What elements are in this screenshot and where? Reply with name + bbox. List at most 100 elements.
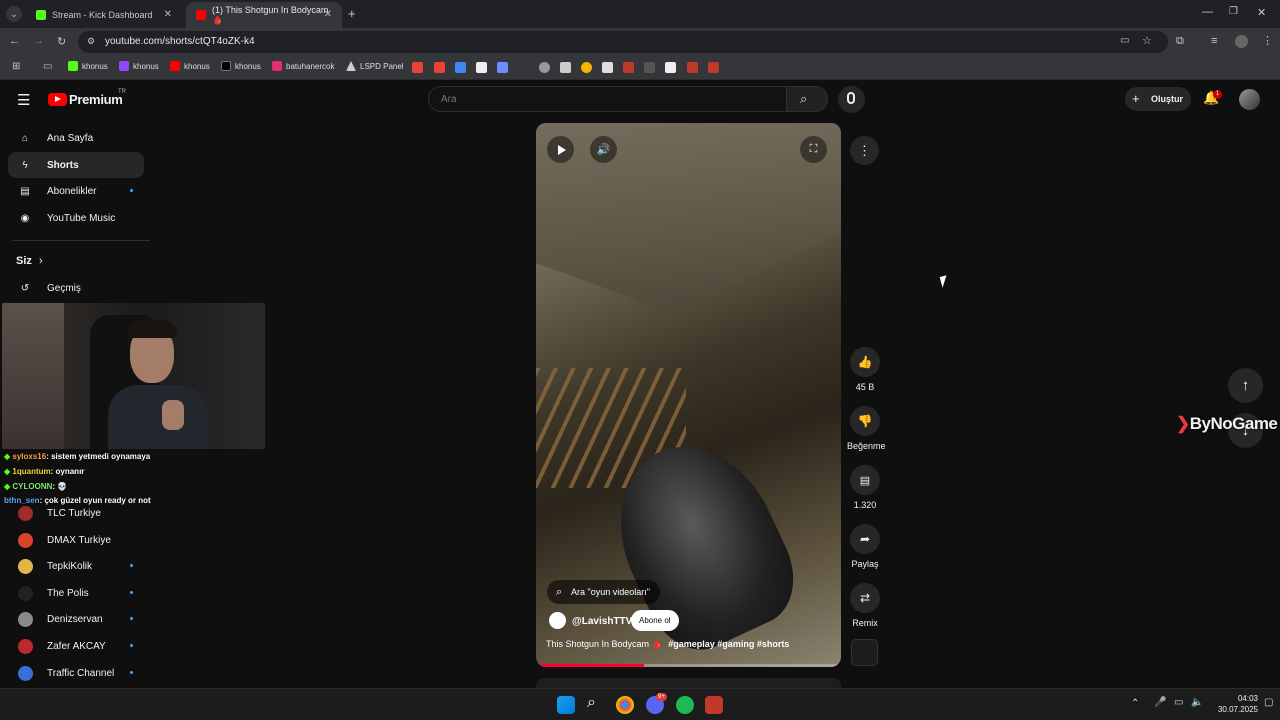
- like-button[interactable]: 👍: [850, 347, 880, 377]
- bookmark-khonus-x[interactable]: khonus: [221, 61, 261, 71]
- bookmark-m-icon[interactable]: [708, 62, 719, 73]
- subscribe-button[interactable]: Abone ol: [631, 610, 679, 631]
- progress-track[interactable]: [540, 664, 837, 667]
- previous-short-button[interactable]: ↑: [1228, 368, 1263, 403]
- bookmark-lspd[interactable]: LSPD Panel: [346, 61, 404, 71]
- share-action[interactable]: ➦ Paylaş: [847, 524, 883, 569]
- channel-item[interactable]: The Polis: [8, 580, 144, 606]
- channel-item[interactable]: TepkiKolik: [8, 553, 144, 579]
- notification-center-icon[interactable]: ▢: [1264, 697, 1273, 708]
- microphone-icon[interactable]: 🎤: [1154, 697, 1166, 708]
- bookmark-icon[interactable]: [644, 62, 655, 73]
- play-button[interactable]: [547, 136, 574, 163]
- streaming-app-icon[interactable]: [705, 696, 723, 714]
- create-button[interactable]: + Oluştur: [1125, 87, 1191, 111]
- channel-avatar[interactable]: [549, 612, 566, 629]
- channel-handle[interactable]: @LavishTTV: [572, 616, 632, 627]
- bookmark-khonus-youtube[interactable]: khonus: [170, 61, 210, 71]
- fullscreen-button[interactable]: ⛶: [800, 136, 827, 163]
- media-icon[interactable]: ≡: [1211, 35, 1217, 47]
- gmail-icon[interactable]: [434, 62, 445, 73]
- profile-avatar[interactable]: [1235, 35, 1248, 48]
- close-tab-icon[interactable]: ✕: [324, 9, 332, 20]
- bookmark-star-icon[interactable]: ☆: [1142, 34, 1152, 47]
- sound-thumbnail[interactable]: [851, 639, 878, 666]
- discord-badge: 9+: [656, 693, 667, 701]
- bookmark-icon[interactable]: [581, 62, 592, 73]
- youtube-logo-text[interactable]: Premium: [69, 92, 123, 107]
- bookmark-icon[interactable]: [476, 62, 487, 73]
- bookmark-m-icon[interactable]: [687, 62, 698, 73]
- back-icon[interactable]: ←: [9, 35, 20, 47]
- pdf-icon[interactable]: [623, 62, 634, 73]
- sidebar-item-shorts[interactable]: ϟ Shorts: [8, 152, 144, 178]
- window-close-icon[interactable]: ✕: [1257, 6, 1266, 19]
- calendar-icon[interactable]: [560, 62, 571, 73]
- remix-button[interactable]: ⇄: [850, 583, 880, 613]
- bookmark-icon[interactable]: [665, 62, 676, 73]
- channel-item[interactable]: Denizservan: [8, 606, 144, 632]
- bookmark-khonus-twitch[interactable]: khonus: [119, 61, 159, 71]
- new-tab-icon[interactable]: +: [348, 6, 356, 21]
- youtube-logo-icon[interactable]: [48, 93, 67, 106]
- search-input[interactable]: [428, 86, 788, 112]
- gmail-icon[interactable]: [412, 62, 423, 73]
- channel-item[interactable]: Traffic Channel: [8, 660, 144, 686]
- tab-kick[interactable]: Stream - Kick Dashboard ✕: [26, 2, 182, 28]
- sidebar-item-youtube-music[interactable]: ◉ YouTube Music: [8, 205, 144, 231]
- chrome-icon[interactable]: [616, 696, 634, 714]
- menu-dots-icon[interactable]: ⋮: [1262, 34, 1273, 47]
- shorts-icon: ϟ: [22, 159, 28, 171]
- account-avatar[interactable]: [1239, 89, 1260, 110]
- sidebar-item-subscriptions[interactable]: ▤ Abonelikler: [8, 178, 144, 204]
- search-button[interactable]: ⌕: [786, 86, 828, 112]
- reload-icon[interactable]: ↻: [57, 35, 66, 48]
- like-action[interactable]: 👍 45 B: [847, 347, 883, 392]
- apps-grid-icon[interactable]: ⊞: [12, 61, 20, 72]
- dislike-button[interactable]: 👎: [850, 406, 880, 436]
- next-short-preview[interactable]: [536, 678, 841, 688]
- network-icon[interactable]: ▭: [1174, 697, 1183, 708]
- sidebar-item-home[interactable]: ⌂ Ana Sayfa: [8, 125, 144, 151]
- more-options-icon[interactable]: ⋮: [850, 136, 879, 165]
- minimize-icon[interactable]: —: [1202, 6, 1213, 18]
- hashtags[interactable]: #gameplay #gaming #shorts: [668, 639, 789, 649]
- forward-icon[interactable]: →: [33, 35, 44, 47]
- folder-icon[interactable]: ▭: [43, 61, 52, 72]
- tray-chevron-icon[interactable]: ⌃: [1131, 698, 1139, 709]
- tab-search-icon[interactable]: ⌄: [6, 6, 22, 22]
- close-tab-icon[interactable]: ✕: [164, 9, 172, 20]
- voice-search-button[interactable]: [838, 86, 865, 113]
- comments-action[interactable]: ▤ 1.320: [847, 465, 883, 510]
- cast-icon[interactable]: ▭: [1120, 35, 1129, 46]
- bookmark-instagram[interactable]: batuhanercok: [272, 61, 334, 71]
- globe-icon[interactable]: [539, 62, 550, 73]
- channel-item[interactable]: DMAX Turkiye: [8, 527, 144, 553]
- dislike-action[interactable]: 👎 Beğenme: [847, 406, 886, 451]
- extensions-icon[interactable]: ⧉: [1176, 35, 1184, 48]
- taskbar-search-icon[interactable]: ⌕: [587, 694, 596, 712]
- share-button[interactable]: ➦: [850, 524, 880, 554]
- gmail-icon[interactable]: [455, 62, 466, 73]
- you-heading[interactable]: Siz ›: [16, 255, 43, 267]
- bookmark-icon[interactable]: [497, 62, 508, 73]
- volume-icon[interactable]: 🔈: [1191, 697, 1203, 708]
- spotify-icon[interactable]: [676, 696, 694, 714]
- notification-count-badge: 1: [1213, 90, 1222, 99]
- windows-start-icon[interactable]: [557, 696, 575, 714]
- channel-item[interactable]: Zafer AKCAY: [8, 633, 144, 659]
- site-info-icon[interactable]: ⚙: [87, 36, 95, 47]
- restore-icon[interactable]: ❐: [1229, 6, 1238, 17]
- short-video-player[interactable]: 🔊 ⛶ ⌕ Ara "oyun videoları" @LavishTTV Ab…: [536, 123, 841, 667]
- clock[interactable]: 04:03 30.07.2025: [1208, 693, 1258, 715]
- bookmark-icon[interactable]: [602, 62, 613, 73]
- search-suggestion-chip[interactable]: ⌕ Ara "oyun videoları": [547, 580, 660, 604]
- remix-action[interactable]: ⇄ Remix: [847, 583, 883, 628]
- volume-button[interactable]: 🔊: [590, 136, 617, 163]
- tab-youtube[interactable]: (1) This Shotgun In Bodycam 🩸 ✕: [186, 2, 342, 28]
- bookmark-khonus-kick[interactable]: khonus: [68, 61, 108, 71]
- address-bar[interactable]: ⚙ youtube.com/shorts/ctQT4oZK-k4 ▭ ☆: [78, 31, 1168, 53]
- comments-button[interactable]: ▤: [850, 465, 880, 495]
- sidebar-item-history[interactable]: ↺ Geçmiş: [8, 275, 144, 301]
- hamburger-menu-icon[interactable]: ☰: [17, 91, 30, 109]
